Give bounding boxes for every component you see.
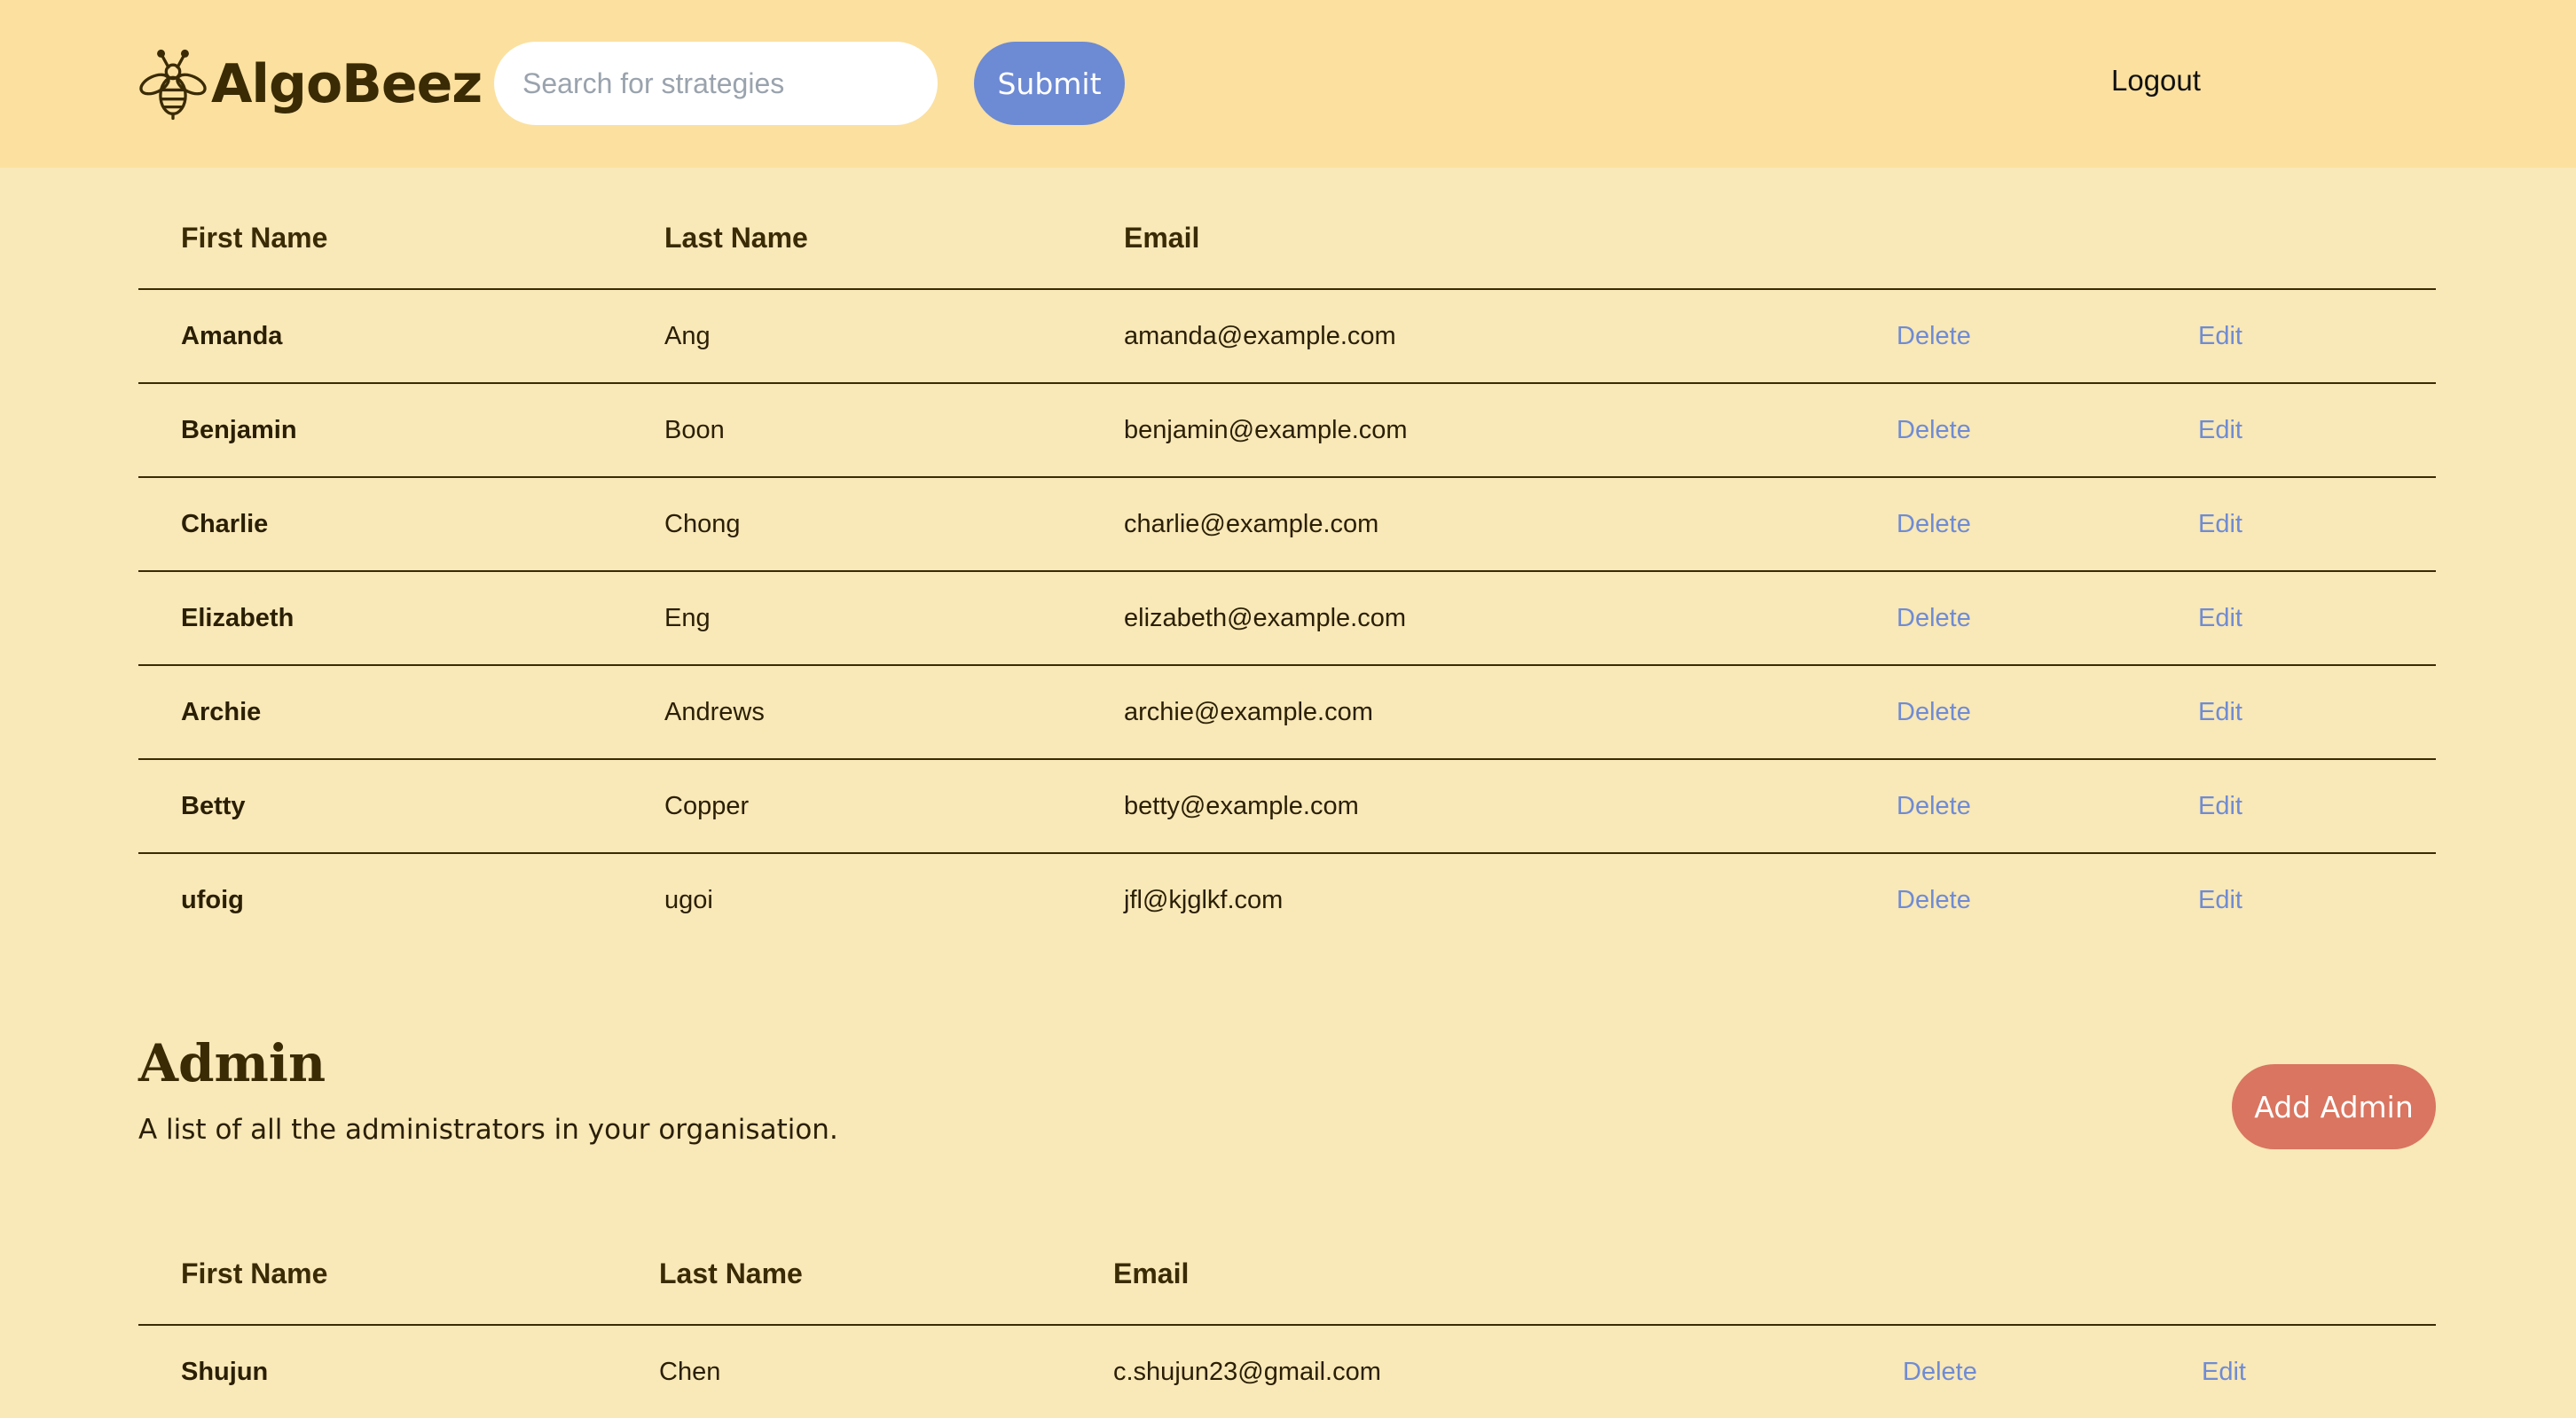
first-name-cell: Betty: [181, 792, 246, 820]
add-admin-button[interactable]: Add Admin: [2232, 1064, 2436, 1149]
first-name-cell: Charlie: [181, 510, 269, 538]
email-cell: elizabeth@example.com: [1124, 604, 1406, 632]
first-name-cell: Shujun: [181, 1358, 269, 1386]
column-header-email: Email: [1124, 222, 1200, 254]
logout-link[interactable]: Logout: [2111, 64, 2201, 98]
delete-link[interactable]: Delete: [1903, 1326, 1977, 1418]
table-row: Charlie Chong charlie@example.com Delete…: [138, 478, 2436, 572]
admins-table-header: First Name Last Name Email: [138, 1242, 2436, 1326]
logo[interactable]: AlgoBeez: [137, 44, 483, 124]
column-header-email: Email: [1113, 1257, 1190, 1289]
first-name-cell: Amanda: [181, 322, 283, 350]
column-header-last-name: Last Name: [659, 1257, 803, 1289]
edit-link[interactable]: Edit: [2202, 1326, 2246, 1418]
delete-link[interactable]: Delete: [1897, 384, 1971, 476]
column-header-first-name: First Name: [181, 222, 328, 254]
last-name-cell: Andrews: [664, 698, 765, 726]
table-row: Amanda Ang amanda@example.com Delete Edi…: [138, 290, 2436, 384]
last-name-cell: Eng: [664, 604, 711, 632]
users-table: First Name Last Name Email Amanda Ang am…: [138, 204, 2436, 946]
last-name-cell: Copper: [664, 792, 750, 820]
delete-link[interactable]: Delete: [1897, 760, 1971, 852]
edit-link[interactable]: Edit: [2198, 572, 2242, 664]
edit-link[interactable]: Edit: [2198, 384, 2242, 476]
table-row: Elizabeth Eng elizabeth@example.com Dele…: [138, 572, 2436, 666]
email-cell: betty@example.com: [1124, 792, 1359, 820]
delete-link[interactable]: Delete: [1897, 478, 1971, 570]
edit-link[interactable]: Edit: [2198, 290, 2242, 382]
edit-link[interactable]: Edit: [2198, 478, 2242, 570]
top-header: AlgoBeez Submit Logout: [0, 0, 2576, 168]
first-name-cell: Archie: [181, 698, 262, 726]
logo-text: AlgoBeez: [211, 53, 483, 115]
table-row: Benjamin Boon benjamin@example.com Delet…: [138, 384, 2436, 478]
first-name-cell: Benjamin: [181, 416, 297, 444]
search-input[interactable]: [494, 42, 938, 125]
table-row: Archie Andrews archie@example.com Delete…: [138, 666, 2436, 760]
email-cell: charlie@example.com: [1124, 510, 1379, 538]
last-name-cell: Ang: [664, 322, 711, 350]
last-name-cell: Chen: [659, 1358, 721, 1386]
first-name-cell: ufoig: [181, 886, 244, 914]
email-cell: amanda@example.com: [1124, 322, 1396, 350]
email-cell: c.shujun23@gmail.com: [1113, 1358, 1381, 1386]
delete-link[interactable]: Delete: [1897, 290, 1971, 382]
table-row: ufoig ugoi jfl@kjglkf.com Delete Edit: [138, 854, 2436, 946]
last-name-cell: ugoi: [664, 886, 713, 914]
delete-link[interactable]: Delete: [1897, 854, 1971, 946]
delete-link[interactable]: Delete: [1897, 572, 1971, 664]
edit-link[interactable]: Edit: [2198, 760, 2242, 852]
last-name-cell: Boon: [664, 416, 725, 444]
table-row: Betty Copper betty@example.com Delete Ed…: [138, 760, 2436, 854]
admin-section-subtitle: A list of all the administrators in your…: [138, 1114, 838, 1146]
submit-button[interactable]: Submit: [974, 42, 1125, 125]
edit-link[interactable]: Edit: [2198, 666, 2242, 758]
edit-link[interactable]: Edit: [2198, 854, 2242, 946]
users-table-header: First Name Last Name Email: [138, 204, 2436, 290]
column-header-first-name: First Name: [181, 1257, 328, 1289]
email-cell: archie@example.com: [1124, 698, 1373, 726]
email-cell: benjamin@example.com: [1124, 416, 1408, 444]
delete-link[interactable]: Delete: [1897, 666, 1971, 758]
last-name-cell: Chong: [664, 510, 741, 538]
email-cell: jfl@kjglkf.com: [1124, 886, 1284, 914]
first-name-cell: Elizabeth: [181, 604, 295, 632]
admins-table: First Name Last Name Email Shujun Chen c…: [138, 1242, 2436, 1418]
admin-section-title: Admin: [138, 1033, 326, 1093]
column-header-last-name: Last Name: [664, 222, 808, 254]
table-row: Shujun Chen c.shujun23@gmail.com Delete …: [138, 1326, 2436, 1418]
bee-icon: [139, 49, 207, 121]
